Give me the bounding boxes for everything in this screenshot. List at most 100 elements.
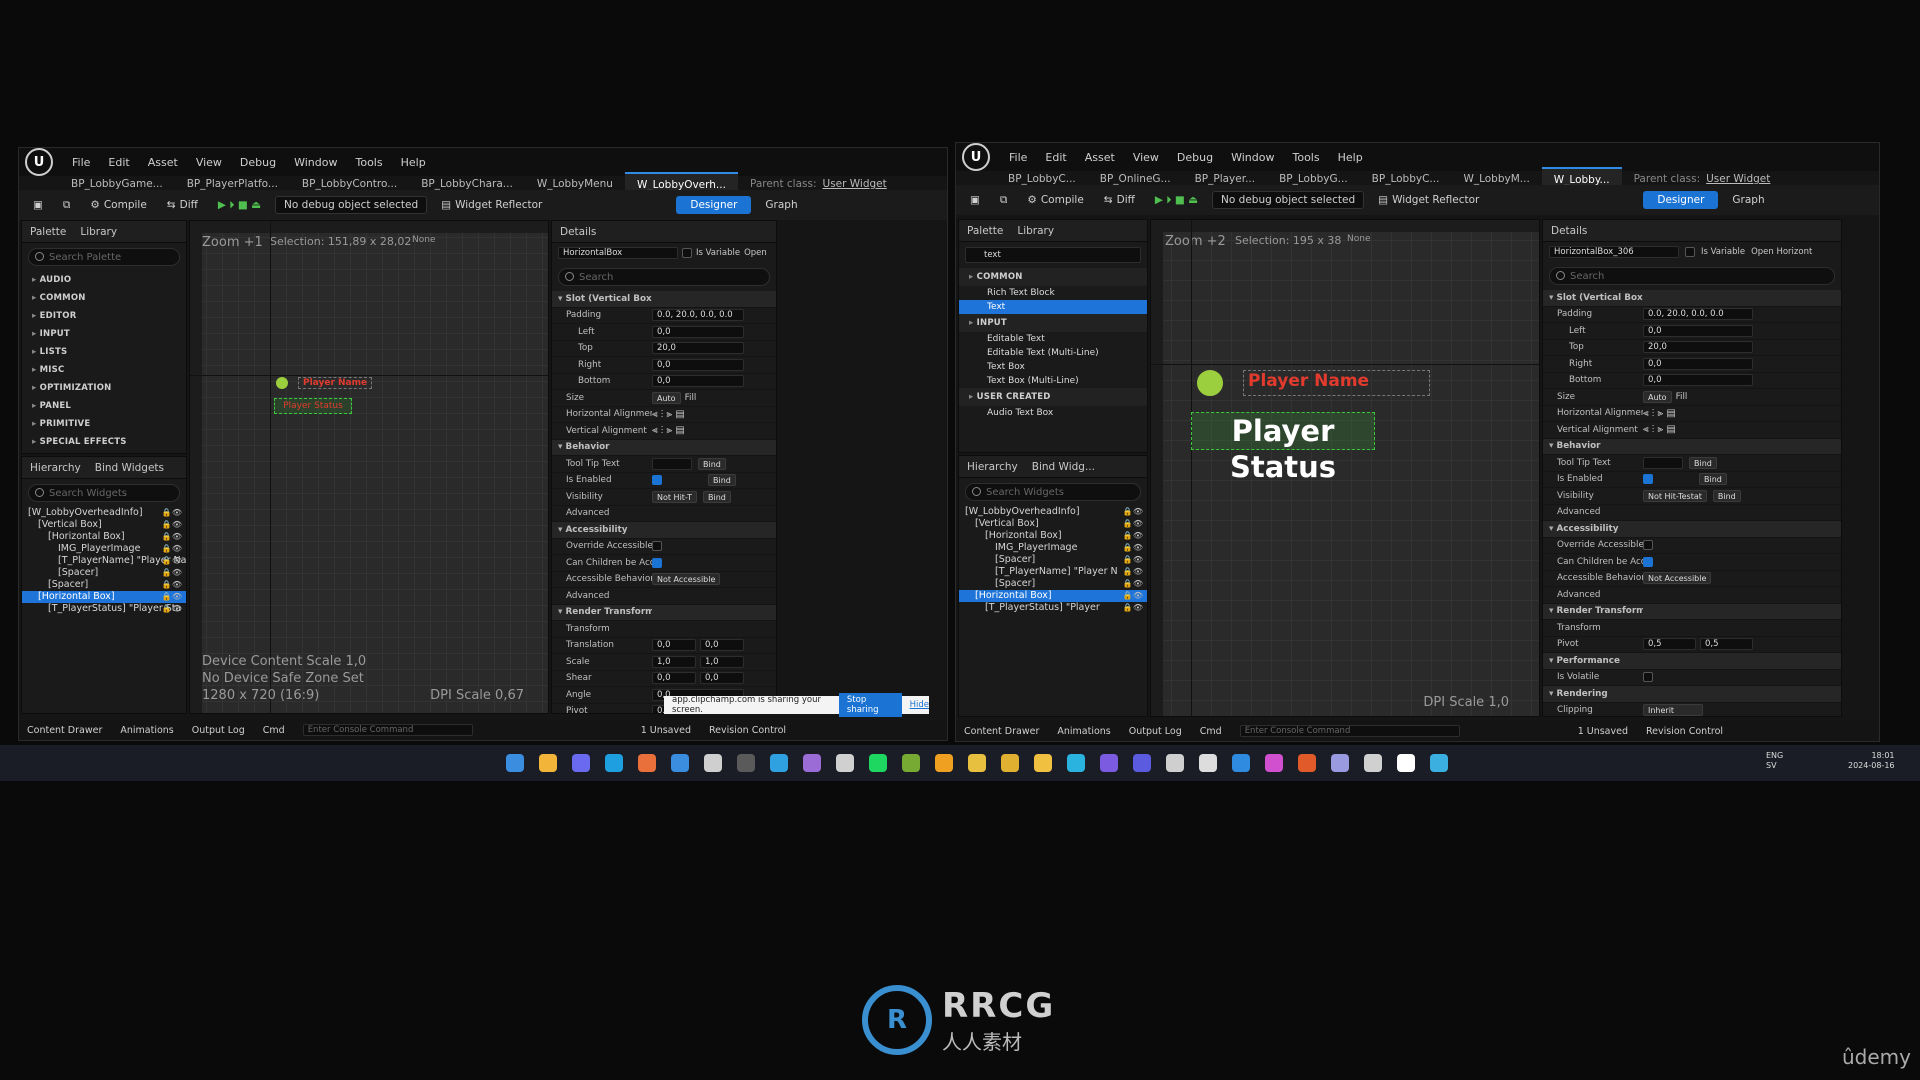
open-link[interactable]: Open Horizont — [1751, 247, 1812, 257]
property-dropdown[interactable]: Not Hit-Testat — [1643, 489, 1707, 502]
palette-group-header[interactable]: INPUT — [959, 314, 1147, 332]
details-tab[interactable]: Details — [560, 226, 596, 238]
palette-item[interactable]: Text — [959, 300, 1147, 314]
menu-debug[interactable]: Debug — [231, 156, 285, 169]
library-tab[interactable]: Library — [80, 226, 117, 238]
hierarchy-search-input[interactable]: Search Widgets — [965, 483, 1141, 501]
menu-window[interactable]: Window — [285, 156, 346, 169]
hierarchy-row[interactable]: [Horizontal Box] 🔒👁 — [22, 531, 186, 543]
property-value-x[interactable]: 0,0 — [652, 672, 696, 685]
animations-button[interactable]: Animations — [1057, 726, 1110, 737]
menu-help[interactable]: Help — [392, 156, 435, 169]
property-value-field[interactable]: 0,0 — [652, 358, 744, 371]
palette-category[interactable]: COMMON — [22, 289, 186, 307]
property-dropdown[interactable]: Inherit — [1643, 704, 1703, 716]
taskbar-app-icon[interactable] — [1232, 754, 1250, 772]
console-input[interactable]: Enter Console Command — [302, 724, 473, 736]
menu-view[interactable]: View — [187, 156, 231, 169]
designer-button[interactable]: Designer — [1643, 191, 1719, 209]
bind-dropdown[interactable]: Bind — [1712, 489, 1741, 502]
unsaved-indicator[interactable]: 1 Unsaved — [641, 725, 691, 736]
property-value-field[interactable]: 0,0 — [1643, 324, 1753, 337]
taskbar-app-icon[interactable] — [605, 754, 623, 772]
property-value-field[interactable]: 0,0 — [652, 325, 744, 338]
alignment-icons[interactable]: ⫷ ⫶ ⫸ ▤ — [1643, 408, 1676, 419]
revision-control-button[interactable]: Revision Control — [709, 725, 786, 736]
designer-button[interactable]: Designer — [676, 196, 752, 214]
palette-category[interactable]: SPECIAL EFFECTS — [22, 433, 186, 451]
property-dropdown[interactable]: Not Accessible — [652, 573, 721, 586]
property-checkbox[interactable] — [652, 475, 662, 486]
taskbar-app-icon[interactable] — [506, 754, 524, 772]
content-drawer-button[interactable]: Content Drawer — [27, 725, 102, 736]
hierarchy-row[interactable]: [Vertical Box] 🔒👁 — [959, 518, 1147, 530]
palette-item[interactable]: Text Box (Multi-Line) — [959, 374, 1147, 388]
hierarchy-row[interactable]: [T_PlayerStatus] "Player 🔒👁 — [959, 602, 1147, 614]
taskbar-app-icon[interactable] — [968, 754, 986, 772]
animations-button[interactable]: Animations — [120, 725, 173, 736]
property-value-field[interactable]: 0.0, 20.0, 0.0, 0.0 — [1643, 308, 1753, 321]
palette-category[interactable]: INPUT — [22, 325, 186, 343]
visibility-eye-icon[interactable]: 🔒👁 — [1123, 566, 1143, 578]
hierarchy-row[interactable]: [Spacer] 🔒👁 — [959, 554, 1147, 566]
diff-button[interactable]: ⇆ Diff — [161, 196, 204, 214]
widget-reflector-button[interactable]: ▤ Widget Reflector — [435, 196, 548, 214]
hierarchy-row[interactable]: [Horizontal Box] 🔒👁 — [22, 591, 186, 603]
left-designer-canvas[interactable]: Zoom +1 Selection: 151,89 x 28,02 None P… — [189, 220, 549, 714]
property-value-y[interactable]: 0,5 — [1700, 638, 1753, 651]
property-checkbox[interactable] — [1643, 672, 1653, 683]
taskbar-app-icon[interactable] — [572, 754, 590, 772]
hierarchy-row[interactable]: [Spacer] 🔒👁 — [959, 578, 1147, 590]
browse-icon[interactable]: ⧉ — [57, 196, 77, 215]
taskbar-app-icon[interactable] — [539, 754, 557, 772]
bind-dropdown[interactable]: Bind — [708, 474, 736, 487]
revision-control-button[interactable]: Revision Control — [1646, 726, 1723, 737]
property-value-y[interactable]: 0,0 — [700, 639, 744, 652]
palette-item[interactable]: Text Box — [959, 360, 1147, 374]
taskbar-app-icon[interactable] — [737, 754, 755, 772]
hierarchy-row[interactable]: [Spacer] 🔒👁 — [22, 567, 186, 579]
visibility-eye-icon[interactable]: 🔒👁 — [162, 555, 182, 567]
menu-asset[interactable]: Asset — [139, 156, 187, 169]
taskbar-app-icon[interactable] — [1067, 754, 1085, 772]
library-tab[interactable]: Library — [1017, 225, 1054, 237]
unsaved-indicator[interactable]: 1 Unsaved — [1578, 726, 1628, 737]
menu-view[interactable]: View — [1124, 151, 1168, 164]
property-dropdown[interactable]: Not Accessible — [1643, 572, 1712, 585]
details-tab[interactable]: Details — [1551, 225, 1587, 237]
palette-tab[interactable]: Palette — [967, 225, 1003, 237]
alignment-icons[interactable]: ⫷ ⫶ ⫸ ▤ — [652, 409, 685, 420]
taskbar-app-icon[interactable] — [704, 754, 722, 772]
bind-widgets-tab[interactable]: Bind Widgets — [95, 462, 164, 474]
property-value-field[interactable] — [1643, 456, 1683, 469]
hierarchy-tab[interactable]: Hierarchy — [967, 461, 1018, 473]
open-link[interactable]: Open — [744, 248, 767, 258]
taskbar-app-icon[interactable] — [935, 754, 953, 772]
visibility-eye-icon[interactable]: 🔒👁 — [1123, 506, 1143, 518]
palette-category[interactable]: AUDIO — [22, 271, 186, 289]
details-search-input[interactable]: Search — [558, 268, 770, 286]
property-value-field[interactable]: 0,0 — [1643, 357, 1753, 370]
content-drawer-button[interactable]: Content Drawer — [964, 726, 1039, 737]
visibility-eye-icon[interactable]: 🔒👁 — [1123, 542, 1143, 554]
property-value-x[interactable]: 0,5 — [1643, 638, 1696, 651]
is-variable-checkbox[interactable] — [1685, 247, 1695, 257]
property-value-field[interactable]: 0,0 — [652, 375, 744, 388]
hierarchy-row[interactable]: [T_PlayerName] "Player Nar 🔒👁 — [22, 555, 186, 567]
alignment-icons[interactable]: ⫷ ⫶ ⫸ ▤ — [652, 425, 685, 436]
hierarchy-tab[interactable]: Hierarchy — [30, 462, 81, 474]
player-status-box[interactable]: Player Status — [274, 398, 352, 414]
player-status-box[interactable]: Player Status — [1191, 412, 1375, 484]
property-value-field[interactable]: 20,0 — [1643, 341, 1753, 354]
menu-file[interactable]: File — [63, 156, 99, 169]
graph-button[interactable]: Graph — [1726, 191, 1770, 209]
property-checkbox[interactable] — [1643, 540, 1653, 551]
taskbar-app-icon[interactable] — [671, 754, 689, 772]
hierarchy-row[interactable]: IMG_PlayerImage 🔒👁 — [959, 542, 1147, 554]
compile-button[interactable]: ⚙ Compile — [1021, 191, 1089, 209]
taskbar-app-icon[interactable] — [1001, 754, 1019, 772]
menu-edit[interactable]: Edit — [1036, 151, 1075, 164]
taskbar-app-icon[interactable] — [1331, 754, 1349, 772]
unreal-logo-icon[interactable]: U — [25, 148, 53, 176]
visibility-eye-icon[interactable]: 🔒👁 — [162, 579, 182, 591]
